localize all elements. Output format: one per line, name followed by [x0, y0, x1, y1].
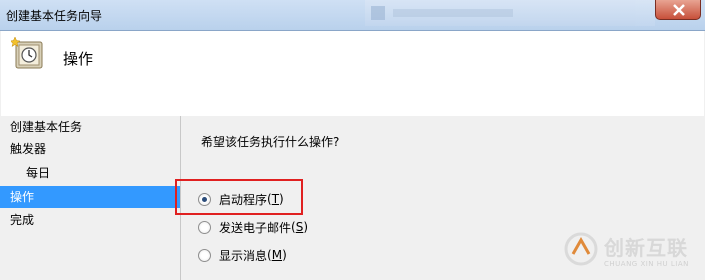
option-send-email-accel: S — [295, 220, 304, 234]
title-bar: 创建基本任务向导 — [0, 0, 705, 31]
option-send-email[interactable]: 发送电子邮件(S) — [198, 217, 308, 237]
watermark-text: 创新互联 — [604, 236, 688, 260]
window-title: 创建基本任务向导 — [6, 9, 103, 23]
sidebar-item-trigger[interactable]: 触发器 — [0, 138, 180, 160]
action-question: 希望该任务执行什么操作? — [201, 135, 340, 149]
wizard-steps-sidebar: 创建基本任务 触发器 每日 操作 完成 — [0, 116, 180, 280]
page-title: 操作 — [63, 50, 94, 68]
background-window-ghost — [365, 0, 655, 26]
option-send-email-label: 发送电子邮件 — [219, 220, 292, 235]
option-show-message-accel: M — [271, 248, 283, 262]
annotation-highlight-box — [175, 179, 303, 215]
watermark: 创新互联 CHUANG XIN HU LIAN — [560, 226, 705, 280]
close-button[interactable] — [655, 0, 701, 20]
sidebar-item-action[interactable]: 操作 — [0, 186, 180, 208]
sidebar-item-finish[interactable]: 完成 — [0, 209, 180, 231]
radio-send-email[interactable] — [198, 220, 211, 234]
option-show-message-label: 显示消息 — [219, 248, 268, 263]
close-icon — [673, 4, 685, 16]
radio-show-message[interactable] — [198, 248, 211, 262]
wizard-header: 操作 — [1, 31, 704, 116]
sidebar-item-daily[interactable]: 每日 — [0, 162, 180, 184]
watermark-subtext: CHUANG XIN HU LIAN — [604, 260, 689, 268]
task-clock-icon — [9, 36, 45, 74]
option-show-message[interactable]: 显示消息(M) — [198, 245, 287, 265]
watermark-logo-icon — [564, 232, 598, 266]
sidebar-item-create-basic-task[interactable]: 创建基本任务 — [0, 116, 180, 138]
